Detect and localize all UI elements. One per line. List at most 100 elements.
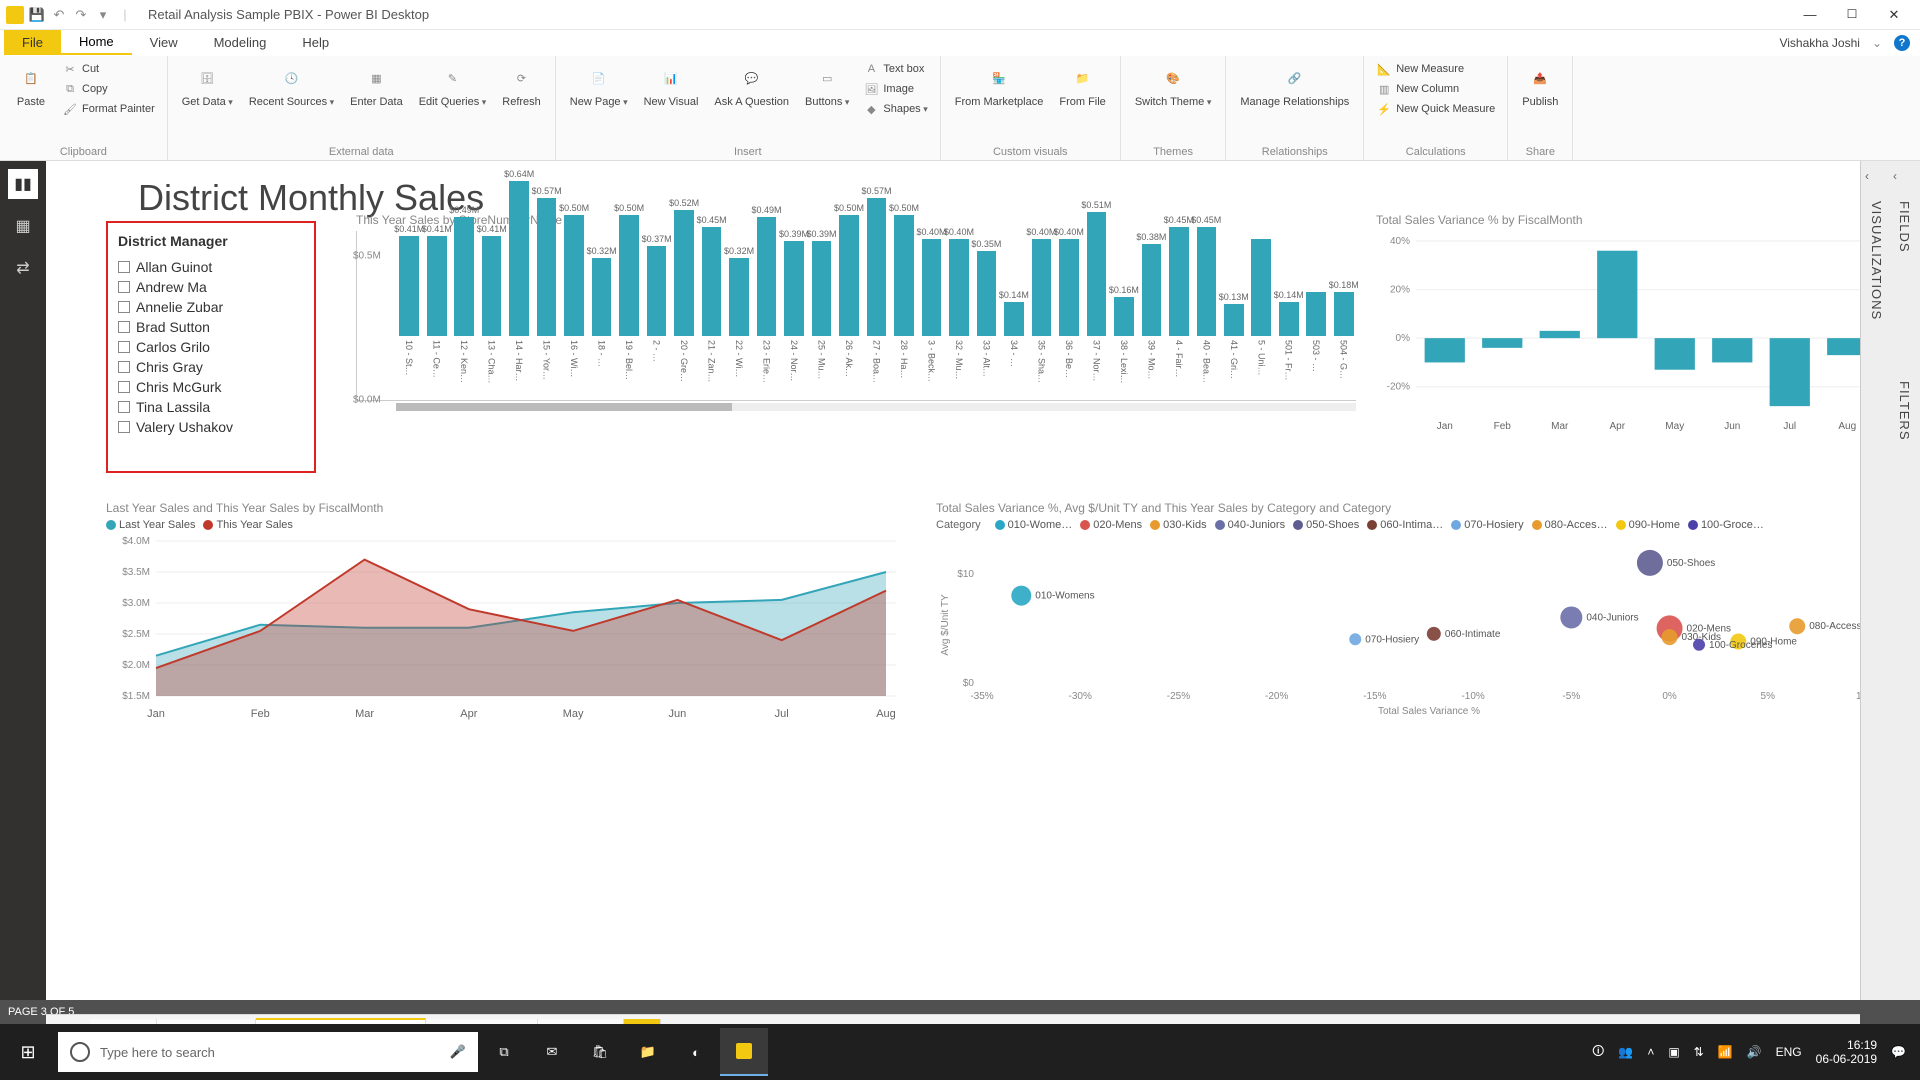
slicer-item[interactable]: Allan Guinot — [118, 257, 304, 277]
task-view-icon[interactable]: ⧉ — [480, 1028, 528, 1076]
tray-notifications-icon[interactable]: 💬 — [1891, 1045, 1906, 1059]
bubble[interactable] — [1789, 618, 1805, 634]
report-view-icon[interactable]: ▮▮ — [8, 169, 38, 199]
tray-battery-icon[interactable]: ▣ — [1668, 1045, 1679, 1059]
edit-queries-button[interactable]: ✎Edit Queries — [415, 60, 491, 111]
tray-volume-icon[interactable]: 🔊 — [1747, 1045, 1762, 1059]
from-marketplace-button[interactable]: 🏪From Marketplace — [951, 60, 1048, 111]
bar[interactable]: $0.32M22 - Wi… — [727, 246, 751, 400]
district-manager-slicer[interactable]: District Manager Allan GuinotAndrew MaAn… — [106, 221, 316, 473]
chart-variance-by-month[interactable]: Total Sales Variance % by FiscalMonth 40… — [1376, 213, 1886, 483]
bar[interactable] — [1482, 338, 1522, 348]
tray-people-icon[interactable]: 👥 — [1618, 1045, 1633, 1059]
bar[interactable]: $0.37M2 - … — [644, 234, 668, 400]
checkbox-icon[interactable] — [118, 321, 130, 333]
explorer-icon[interactable]: 📁 — [624, 1028, 672, 1076]
tray-help-icon[interactable]: 🛈 — [1592, 1042, 1604, 1063]
legend-item[interactable]: 090-Home — [1616, 519, 1680, 531]
bubble[interactable] — [1427, 627, 1441, 641]
tray-language[interactable]: ENG — [1776, 1045, 1802, 1059]
collapse-visualizations-icon[interactable]: ‹ — [1865, 169, 1869, 183]
slicer-item[interactable]: Tina Lassila — [118, 397, 304, 417]
checkbox-icon[interactable] — [118, 281, 130, 293]
chart-sales-by-store[interactable]: This Year Sales by StoreNumberName $0.5M… — [356, 213, 1356, 483]
slicer-item[interactable]: Chris McGurk — [118, 377, 304, 397]
bar[interactable]: $0.32M18 - … — [589, 246, 613, 400]
enter-data-button[interactable]: ▦Enter Data — [346, 60, 407, 111]
cut-button[interactable]: ✂Cut — [60, 60, 157, 78]
chart-scatter-category[interactable]: Total Sales Variance %, Avg $/Unit TY an… — [936, 501, 1886, 761]
signed-in-user[interactable]: Vishakha Joshi — [1779, 36, 1860, 50]
tab-modeling[interactable]: Modeling — [196, 30, 285, 55]
chart-last-this-year[interactable]: Last Year Sales and This Year Sales by F… — [106, 501, 906, 761]
bar[interactable]: $0.39M24 - Nor… — [782, 229, 806, 400]
paste-button[interactable]: 📋Paste — [10, 60, 52, 111]
legend-item[interactable]: 070-Hosiery — [1451, 519, 1523, 531]
chevron-down-icon[interactable]: ⌄ — [1872, 36, 1882, 50]
model-view-icon[interactable]: ⇄ — [8, 253, 38, 283]
legend-item[interactable]: 100-Groce… — [1688, 519, 1764, 531]
close-button[interactable]: ✕ — [1882, 7, 1906, 23]
new-column-button[interactable]: ▥New Column — [1374, 80, 1497, 98]
bar[interactable]: 503 - … — [1304, 290, 1328, 400]
ask-question-button[interactable]: 💬Ask A Question — [710, 60, 793, 111]
bar[interactable]: $0.57M27 - Boa… — [864, 186, 888, 400]
bubble[interactable] — [1662, 629, 1678, 645]
legend-item[interactable]: 010-Wome… — [995, 519, 1073, 531]
bar[interactable]: $0.45M4 - Fair… — [1167, 215, 1191, 400]
new-page-button[interactable]: 📄New Page — [566, 60, 632, 111]
legend-item[interactable]: 080-Acces… — [1532, 519, 1608, 531]
bar[interactable]: $0.40M35 - Sha… — [1029, 227, 1053, 400]
new-measure-button[interactable]: 📐New Measure — [1374, 60, 1497, 78]
chart-scrollbar[interactable] — [396, 403, 1356, 411]
manage-relationships-button[interactable]: 🔗Manage Relationships — [1236, 60, 1353, 111]
bar[interactable]: $0.45M21 - Zan… — [699, 215, 723, 400]
minimize-button[interactable]: — — [1798, 7, 1822, 23]
mail-icon[interactable]: ✉ — [528, 1028, 576, 1076]
bar[interactable]: $0.50M16 - Wi… — [562, 203, 586, 400]
collapse-fields-icon[interactable]: ‹ — [1893, 169, 1897, 183]
bar[interactable]: $0.35M33 - Alt… — [974, 239, 998, 400]
panel-fields[interactable]: FIELDS — [1897, 201, 1912, 253]
bubble[interactable] — [1349, 633, 1361, 645]
bar[interactable]: $0.16M38 - Lexi… — [1112, 285, 1136, 400]
slicer-item[interactable]: Annelie Zubar — [118, 297, 304, 317]
tray-chevron-icon[interactable]: ˄ — [1647, 1045, 1654, 1059]
bar[interactable]: $0.40M3 - Beck… — [919, 227, 943, 400]
bar[interactable]: 5 - Uni… — [1249, 237, 1273, 400]
bubble[interactable] — [1560, 606, 1582, 628]
checkbox-icon[interactable] — [118, 301, 130, 313]
panel-filters[interactable]: FILTERS — [1897, 381, 1912, 441]
copy-button[interactable]: ⧉Copy — [60, 80, 157, 98]
save-icon[interactable]: 💾 — [28, 6, 46, 24]
bar[interactable]: $0.39M25 - Mu… — [809, 229, 833, 400]
slicer-item[interactable]: Andrew Ma — [118, 277, 304, 297]
tab-help[interactable]: Help — [284, 30, 347, 55]
start-button[interactable]: ⊞ — [0, 1042, 56, 1063]
checkbox-icon[interactable] — [118, 361, 130, 373]
format-painter-button[interactable]: 🖌Format Painter — [60, 100, 157, 118]
bar[interactable] — [1655, 338, 1695, 370]
bar[interactable] — [1540, 331, 1580, 338]
checkbox-icon[interactable] — [118, 401, 130, 413]
checkbox-icon[interactable] — [118, 381, 130, 393]
switch-theme-button[interactable]: 🎨Switch Theme — [1131, 60, 1216, 111]
bubble[interactable] — [1011, 586, 1031, 606]
slicer-item[interactable]: Valery Ushakov — [118, 417, 304, 437]
bar[interactable]: $0.18M504 - G… — [1331, 280, 1355, 400]
bar[interactable] — [1770, 338, 1810, 406]
bar[interactable]: $0.14M501 - Fr… — [1277, 290, 1301, 400]
bubble[interactable] — [1693, 639, 1705, 651]
legend-item[interactable]: 030-Kids — [1150, 519, 1206, 531]
legend-item[interactable]: 040-Juniors — [1215, 519, 1285, 531]
bar[interactable]: $0.13M41 - Gri… — [1222, 292, 1246, 400]
bar[interactable]: $0.50M28 - Ha… — [892, 203, 916, 400]
undo-icon[interactable]: ↶ — [50, 6, 68, 24]
bar[interactable]: $0.52M20 - Gre… — [672, 198, 696, 400]
new-quick-measure-button[interactable]: ⚡New Quick Measure — [1374, 100, 1497, 118]
help-icon[interactable]: ? — [1894, 35, 1910, 51]
image-button[interactable]: 🖼Image — [861, 80, 929, 98]
buttons-button[interactable]: ▭Buttons — [801, 60, 853, 111]
bar[interactable]: $0.41M10 - St… — [397, 224, 421, 400]
bubble[interactable] — [1637, 550, 1663, 576]
